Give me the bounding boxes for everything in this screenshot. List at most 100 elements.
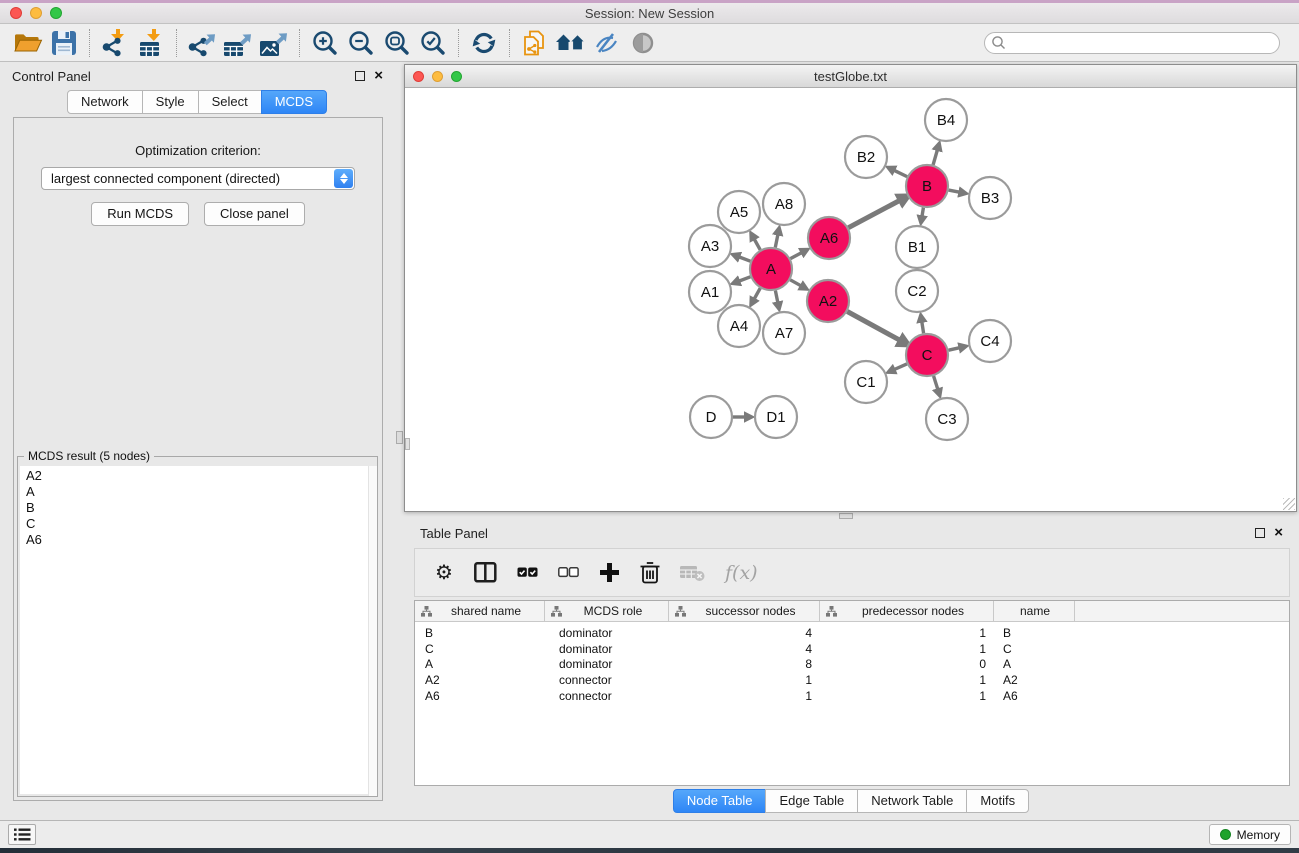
table-cell[interactable]: A6 xyxy=(415,689,545,705)
table-settings-icon[interactable]: ⚙ xyxy=(433,560,455,586)
result-item[interactable]: A6 xyxy=(20,532,375,548)
graph-node-C3[interactable]: C3 xyxy=(926,398,968,440)
close-panel-icon[interactable]: × xyxy=(374,71,383,81)
graph-edge[interactable] xyxy=(949,348,960,351)
graph-edge[interactable] xyxy=(790,280,801,286)
graph-node-A[interactable]: A xyxy=(750,248,792,290)
export-network-icon[interactable] xyxy=(184,27,220,59)
table-cell[interactable]: 4 xyxy=(669,626,820,642)
close-table-panel-icon[interactable]: × xyxy=(1274,528,1283,538)
graph-node-B1[interactable]: B1 xyxy=(896,226,938,268)
zoom-in-icon[interactable] xyxy=(307,27,343,59)
table-cell[interactable]: C xyxy=(415,642,545,658)
tab-node-table[interactable]: Node Table xyxy=(673,789,767,813)
table-cell[interactable]: 1 xyxy=(820,626,994,642)
task-history-button[interactable] xyxy=(8,824,36,845)
add-column-icon[interactable] xyxy=(598,560,620,586)
graph-node-C4[interactable]: C4 xyxy=(969,320,1011,362)
table-cell[interactable]: 8 xyxy=(669,657,820,673)
graph-edge[interactable] xyxy=(933,150,937,165)
column-header-predecessor-nodes[interactable]: predecessor nodes xyxy=(820,601,994,621)
graph-edge[interactable] xyxy=(922,322,924,334)
graph-node-D1[interactable]: D1 xyxy=(755,396,797,438)
graph-node-D[interactable]: D xyxy=(690,396,732,438)
graph-node-A7[interactable]: A7 xyxy=(763,312,805,354)
table-row[interactable]: Bdominator41B xyxy=(415,626,1289,642)
mcds-result-list[interactable]: A2ABCA6 xyxy=(20,466,375,794)
graph-edge[interactable] xyxy=(934,376,938,389)
float-panel-icon[interactable] xyxy=(355,71,365,81)
graph-node-C1[interactable]: C1 xyxy=(845,361,887,403)
column-header-name[interactable]: name xyxy=(994,601,1075,621)
graph-edge[interactable] xyxy=(848,201,899,228)
network-canvas[interactable]: B4B2BB3A8A5A6A3B1AA1C2A2A4A7C4CC1DD1C3 xyxy=(405,88,1296,511)
table-row[interactable]: A2connector11A2 xyxy=(415,673,1289,689)
select-all-rows-icon[interactable] xyxy=(516,560,538,586)
show-columns-icon[interactable] xyxy=(474,560,497,586)
table-cell[interactable]: A xyxy=(994,657,1075,673)
result-item[interactable]: A xyxy=(20,484,375,500)
hide-selected-icon[interactable] xyxy=(589,27,625,59)
graph-edge[interactable] xyxy=(754,239,760,250)
table-cell[interactable]: 1 xyxy=(820,642,994,658)
zoom-fit-icon[interactable] xyxy=(379,27,415,59)
table-cell[interactable]: 1 xyxy=(669,689,820,705)
run-mcds-button[interactable]: Run MCDS xyxy=(91,202,189,226)
graph-edge[interactable] xyxy=(739,257,750,261)
graph-node-B4[interactable]: B4 xyxy=(925,99,967,141)
table-cell[interactable]: B xyxy=(415,626,545,642)
close-panel-button[interactable]: Close panel xyxy=(204,202,305,226)
result-item[interactable]: A2 xyxy=(20,466,375,484)
canvas-edge-grip[interactable] xyxy=(405,438,410,450)
network-window-titlebar[interactable]: testGlobe.txt xyxy=(405,65,1296,88)
graph-node-A3[interactable]: A3 xyxy=(689,225,731,267)
show-all-icon[interactable] xyxy=(625,27,661,59)
table-cell[interactable]: A2 xyxy=(415,673,545,689)
graph-edge[interactable] xyxy=(754,288,760,299)
memory-button[interactable]: Memory xyxy=(1209,824,1291,845)
import-table-icon[interactable] xyxy=(133,27,169,59)
graph-node-B3[interactable]: B3 xyxy=(969,177,1011,219)
table-cell[interactable]: connector xyxy=(545,673,669,689)
graph-node-A5[interactable]: A5 xyxy=(718,191,760,233)
table-cell[interactable]: dominator xyxy=(545,657,669,673)
export-image-icon[interactable] xyxy=(256,27,292,59)
graph-node-C[interactable]: C xyxy=(906,334,948,376)
column-header-successor-nodes[interactable]: successor nodes xyxy=(669,601,820,621)
import-network-icon[interactable] xyxy=(97,27,133,59)
criterion-select[interactable]: largest connected component (directed) xyxy=(41,167,355,190)
result-scrollbar[interactable] xyxy=(368,466,377,796)
table-cell[interactable]: B xyxy=(994,626,1075,642)
tab-motifs[interactable]: Motifs xyxy=(966,789,1029,813)
result-item[interactable]: C xyxy=(20,516,375,532)
horizontal-splitter-grip[interactable] xyxy=(839,513,853,519)
tab-select[interactable]: Select xyxy=(198,90,262,114)
table-cell[interactable]: 0 xyxy=(820,657,994,673)
vertical-splitter-grip[interactable] xyxy=(396,431,403,444)
graph-edge[interactable] xyxy=(894,364,907,370)
graph-node-B[interactable]: B xyxy=(906,165,948,207)
graph-node-A8[interactable]: A8 xyxy=(763,183,805,225)
table-cell[interactable]: A2 xyxy=(994,673,1075,689)
tab-style[interactable]: Style xyxy=(142,90,199,114)
window-resize-grip[interactable] xyxy=(1283,498,1295,510)
tab-network[interactable]: Network xyxy=(67,90,143,114)
column-header-mcds-role[interactable]: MCDS role xyxy=(545,601,669,621)
search-input[interactable] xyxy=(1007,34,1279,52)
table-cell[interactable]: 1 xyxy=(669,673,820,689)
graph-edge[interactable] xyxy=(790,253,801,259)
first-neighbors-icon[interactable] xyxy=(553,27,589,59)
tab-mcds[interactable]: MCDS xyxy=(261,90,327,114)
table-cell[interactable]: 1 xyxy=(820,673,994,689)
graph-node-B2[interactable]: B2 xyxy=(845,136,887,178)
tab-edge-table[interactable]: Edge Table xyxy=(765,789,858,813)
zoom-out-icon[interactable] xyxy=(343,27,379,59)
graph-edge[interactable] xyxy=(775,234,778,247)
table-row[interactable]: Adominator80A xyxy=(415,657,1289,673)
graph-node-C2[interactable]: C2 xyxy=(896,270,938,312)
column-header-shared-name[interactable]: shared name xyxy=(415,601,545,621)
table-cell[interactable]: dominator xyxy=(545,642,669,658)
graph-node-A2[interactable]: A2 xyxy=(807,280,849,322)
search-box[interactable] xyxy=(984,32,1280,54)
open-file-icon[interactable] xyxy=(10,27,46,59)
